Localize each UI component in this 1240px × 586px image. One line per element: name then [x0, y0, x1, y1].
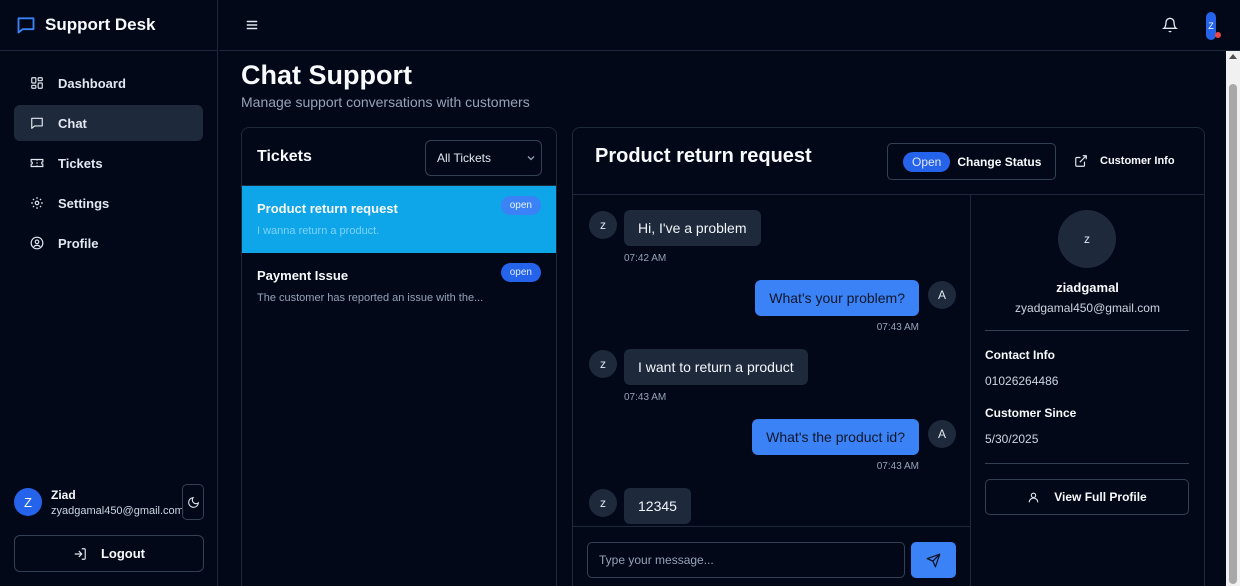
avatar: z: [589, 211, 617, 239]
sidebar-item-label: Settings: [58, 195, 110, 211]
divider: [985, 330, 1189, 331]
ticket-item[interactable]: Product return request I wanna return a …: [242, 186, 556, 253]
user-email: zyadgamal450@gmail.com: [51, 504, 184, 517]
tickets-title: Tickets: [257, 147, 312, 165]
scroll-up-arrow-icon[interactable]: [1229, 54, 1237, 59]
sidebar-item-profile[interactable]: Profile: [14, 225, 203, 261]
logout-label: Logout: [100, 546, 146, 561]
sidebar-item-settings[interactable]: Settings: [14, 185, 203, 221]
view-profile-label: View Full Profile: [1054, 490, 1147, 504]
view-full-profile-button[interactable]: View Full Profile: [985, 479, 1189, 515]
customer-since-value: 5/30/2025: [985, 432, 1039, 446]
sidebar-item-dashboard[interactable]: Dashboard: [14, 65, 203, 101]
message-input[interactable]: [587, 542, 905, 578]
message-time: 07:43 AM: [624, 392, 667, 403]
scrollbar-thumb[interactable]: [1229, 84, 1237, 584]
change-status-button[interactable]: Open Change Status: [887, 143, 1056, 180]
chat-panel: Product return request Open Change Statu…: [572, 127, 1205, 586]
ticket-title: Product return request: [257, 201, 398, 216]
send-icon: [926, 553, 941, 568]
message-bubble: What's your problem?: [755, 280, 919, 316]
ticket-title: Payment Issue: [257, 268, 349, 283]
message-bubble: Hi, I've a problem: [624, 210, 761, 246]
user-text: Ziad zyadgamal450@gmail.com: [51, 488, 184, 517]
tickets-panel: Tickets All Tickets Product return reque…: [241, 127, 557, 586]
sidebar-nav: Dashboard Chat Tickets Settings Profile: [0, 51, 217, 261]
customer-info-button[interactable]: Customer Info: [1074, 154, 1175, 168]
hamburger-menu-icon[interactable]: [245, 18, 259, 32]
customer-email: zyadgamal450@gmail.com: [1015, 301, 1160, 315]
chat-bubble-logo-icon: [16, 15, 36, 35]
status-badge: open: [500, 196, 541, 215]
gear-icon: [30, 196, 44, 210]
sidebar-item-label: Chat: [58, 115, 87, 131]
tickets-header: Tickets All Tickets: [242, 128, 556, 186]
customer-details: z ziadgamal zyadgamal450@gmail.com Conta…: [971, 195, 1204, 586]
current-user: Z Ziad zyadgamal450@gmail.com: [14, 483, 204, 521]
moon-icon: [187, 496, 200, 509]
logout-button[interactable]: Logout: [14, 535, 204, 572]
customer-since-label: Customer Since: [985, 406, 1077, 420]
message-list: z Hi, I've a problem 07:42 AM A What's y…: [573, 195, 971, 526]
topbar: Z: [219, 0, 1240, 51]
chat-title: Product return request: [595, 145, 812, 167]
online-status-dot: [1215, 32, 1221, 38]
ticket-preview: The customer has reported an issue with …: [257, 292, 484, 304]
ticket-item[interactable]: Payment Issue The customer has reported …: [242, 253, 556, 320]
logout-icon: [73, 547, 87, 561]
customer-avatar: z: [1058, 210, 1116, 268]
theme-toggle-button[interactable]: [182, 484, 204, 520]
customer-info-label: Customer Info: [1100, 155, 1175, 167]
sidebar-item-label: Dashboard: [58, 75, 126, 91]
contact-info-value: 01026264486: [985, 374, 1059, 388]
sidebar-item-chat[interactable]: Chat: [14, 105, 203, 141]
message-bubble: I want to return a product: [624, 349, 808, 385]
bell-icon[interactable]: [1162, 17, 1178, 33]
user-name: Ziad: [51, 487, 76, 502]
user-icon: [1027, 491, 1040, 504]
divider: [985, 463, 1189, 464]
external-link-icon: [1074, 154, 1088, 168]
message-composer: [573, 526, 971, 586]
dashboard-icon: [30, 76, 44, 90]
ticket-filter-select[interactable]: All Tickets: [425, 140, 542, 176]
message-bubble: 12345: [624, 488, 691, 524]
chevron-down-icon: [525, 152, 537, 164]
filter-value: All Tickets: [437, 151, 492, 165]
contact-info-label: Contact Info: [985, 348, 1055, 362]
sidebar-item-tickets[interactable]: Tickets: [14, 145, 203, 181]
avatar: z: [589, 350, 617, 378]
sidebar-item-label: Tickets: [58, 155, 103, 171]
chat-icon: [30, 116, 44, 130]
message-bubble: What's the product id?: [752, 419, 919, 455]
avatar: Z: [14, 488, 42, 516]
avatar: z: [589, 489, 617, 517]
status-badge: Open: [903, 151, 951, 172]
message-time: 07:42 AM: [624, 253, 667, 264]
page-title: Chat Support: [241, 60, 412, 90]
change-status-label: Change Status: [957, 154, 1042, 169]
brand[interactable]: Support Desk: [0, 0, 217, 51]
status-badge: open: [500, 263, 541, 282]
ticket-icon: [30, 156, 44, 170]
page-scrollbar[interactable]: [1226, 51, 1240, 586]
message-time: 07:43 AM: [876, 461, 919, 472]
customer-name: ziadgamal: [1056, 280, 1119, 295]
user-circle-icon: [30, 236, 44, 250]
app-title: Support Desk: [45, 15, 156, 34]
send-button[interactable]: [911, 542, 956, 578]
page-subtitle: Manage support conversations with custom…: [241, 94, 530, 110]
ticket-preview: I wanna return a product.: [257, 225, 380, 237]
sidebar: Support Desk Dashboard Chat Tickets Sett…: [0, 0, 218, 586]
message-time: 07:43 AM: [876, 322, 919, 333]
chat-header: Product return request Open Change Statu…: [573, 128, 1204, 195]
avatar: A: [928, 420, 956, 448]
avatar: A: [928, 281, 956, 309]
sidebar-item-label: Profile: [58, 235, 99, 251]
